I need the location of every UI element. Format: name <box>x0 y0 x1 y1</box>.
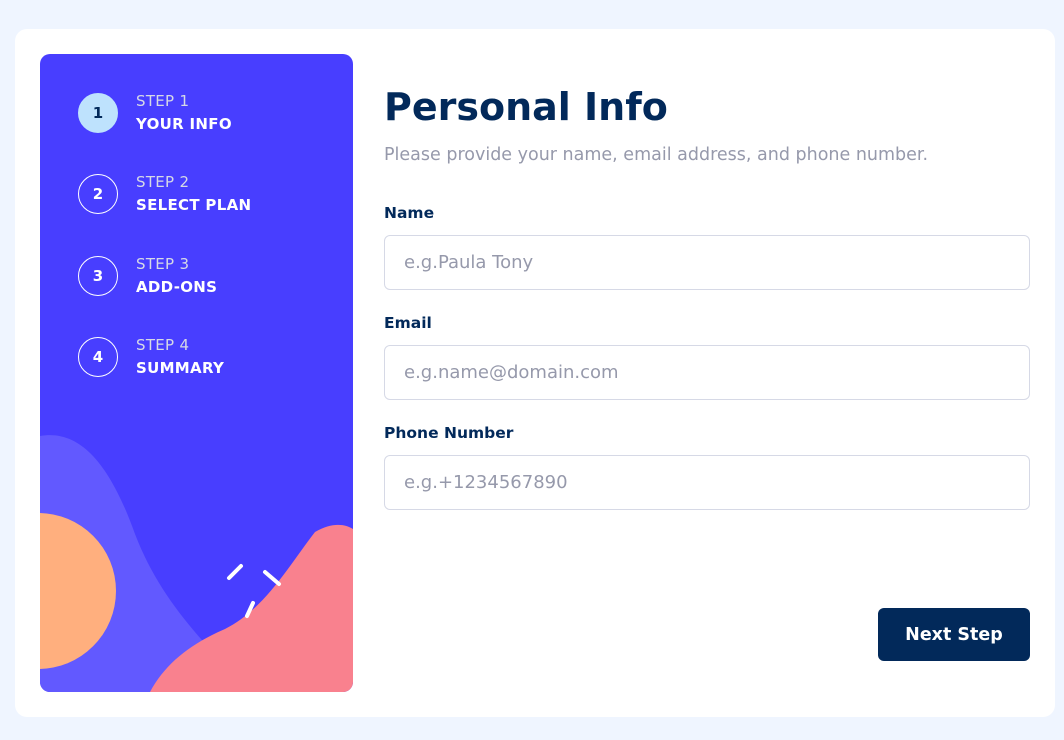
step-number-badge: 4 <box>78 337 118 377</box>
step-sidebar: 1 STEP 1 YOUR INFO 2 STEP 2 SELECT PLAN … <box>40 54 353 692</box>
email-label: Email <box>384 314 432 332</box>
step-number-badge: 1 <box>78 93 118 133</box>
step-name: ADD-ONS <box>136 278 218 296</box>
form-main: Personal Info Please provide your name, … <box>384 29 1030 717</box>
step-label: STEP 2 <box>136 173 190 191</box>
step-label: STEP 4 <box>136 336 190 354</box>
page-subtitle: Please provide your name, email address,… <box>384 145 929 165</box>
step-item-3[interactable]: 3 STEP 3 ADD-ONS <box>78 255 338 297</box>
step-number-badge: 2 <box>78 174 118 214</box>
next-step-button[interactable]: Next Step <box>878 608 1030 661</box>
phone-label: Phone Number <box>384 424 514 442</box>
name-input[interactable] <box>384 235 1030 290</box>
step-name: SELECT PLAN <box>136 196 252 214</box>
step-item-1[interactable]: 1 STEP 1 YOUR INFO <box>78 92 338 134</box>
step-label: STEP 1 <box>136 92 190 110</box>
step-name: SUMMARY <box>136 359 225 377</box>
step-item-2[interactable]: 2 STEP 2 SELECT PLAN <box>78 173 338 215</box>
step-name: YOUR INFO <box>136 115 232 133</box>
step-item-4[interactable]: 4 STEP 4 SUMMARY <box>78 336 338 378</box>
page-title: Personal Info <box>384 85 668 129</box>
phone-input[interactable] <box>384 455 1030 510</box>
step-label: STEP 3 <box>136 255 190 273</box>
email-input[interactable] <box>384 345 1030 400</box>
name-label: Name <box>384 204 435 222</box>
form-card: 1 STEP 1 YOUR INFO 2 STEP 2 SELECT PLAN … <box>15 29 1055 717</box>
step-number-badge: 3 <box>78 256 118 296</box>
